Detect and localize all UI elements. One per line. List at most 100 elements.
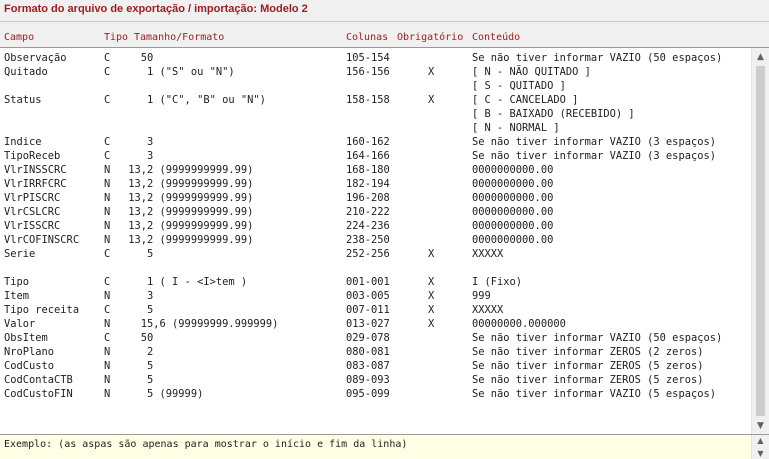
- field-size-format: 50: [122, 52, 154, 64]
- field-columns: 080-081: [346, 346, 390, 358]
- field-type: C: [104, 332, 111, 344]
- table-row: VlrISSCRC N 13,2 (9999999999.99) 224-236 00…: [0, 219, 750, 233]
- table-row: Indice C 3 160-162 Se não tiver informar VA…: [0, 135, 750, 149]
- field-type: C: [104, 150, 111, 162]
- field-name: ObsItem: [4, 332, 48, 344]
- field-type: N: [104, 290, 111, 302]
- field-size-format: 15,6 (99999999.999999): [122, 318, 279, 330]
- field-name: VlrPISCRC: [4, 192, 61, 204]
- table-row: VlrPISCRC N 13,2 (9999999999.99) 196-208 00…: [0, 191, 750, 205]
- field-name: CodCustoFIN: [4, 388, 73, 400]
- field-size-format: 13,2 (9999999999.99): [122, 220, 254, 232]
- field-type: N: [104, 374, 111, 386]
- field-columns: 105-154: [346, 52, 390, 64]
- field-content: 0000000000.00: [472, 178, 554, 190]
- header-colunas: Colunas: [346, 32, 389, 43]
- field-name: Quitado: [4, 66, 48, 78]
- field-content: Se não tiver informar VAZIO (5 espaços): [472, 388, 716, 400]
- field-name: Valor: [4, 318, 36, 330]
- format-rows: Observação C 50 105-154 Se não tiver inform…: [0, 51, 750, 401]
- field-columns: 003-005: [346, 290, 390, 302]
- field-size-format: 13,2 (9999999999.99): [122, 164, 254, 176]
- example-box[interactable]: Exemplo: (as aspas são apenas para mostr…: [0, 435, 769, 459]
- field-content: Se não tiver informar VAZIO (50 espaços): [472, 52, 723, 64]
- field-content: Se não tiver informar ZEROS (5 zeros): [472, 360, 704, 372]
- format-list-panel[interactable]: Observação C 50 105-154 Se não tiver inform…: [0, 47, 769, 435]
- field-columns: 160-162: [346, 136, 390, 148]
- table-row: Status C 1 ("C", "B" ou "N") 158-158 X [ C -…: [0, 93, 750, 107]
- field-name: Indice: [4, 136, 42, 148]
- field-type: N: [104, 360, 111, 372]
- table-row: CodContaCTB N 5 089-093 Se não tiver inform…: [0, 373, 750, 387]
- vertical-scrollbar[interactable]: ▲ ▼: [751, 48, 769, 434]
- field-content: 00000000.000000: [472, 318, 566, 330]
- table-row: [ S - QUITADO ]: [0, 79, 750, 93]
- chevron-down-icon[interactable]: ▼: [752, 448, 769, 459]
- field-size-format: 3: [122, 150, 154, 162]
- field-content: XXXXX: [472, 304, 504, 316]
- field-content: Se não tiver informar VAZIO (50 espaços): [472, 332, 723, 344]
- header-obrigatorio: Obrigatório: [397, 32, 464, 43]
- table-row: ObsItem C 50 029-078 Se não tiver informar …: [0, 331, 750, 345]
- field-content: 0000000000.00: [472, 206, 554, 218]
- field-content: [ N - NÃO QUITADO ]: [472, 66, 591, 78]
- field-columns: 252-256: [346, 248, 390, 260]
- field-columns: 007-011: [346, 304, 390, 316]
- field-content: 0000000000.00: [472, 234, 554, 246]
- field-type: C: [104, 52, 111, 64]
- field-name: VlrCSLCRC: [4, 206, 61, 218]
- field-content: [ B - BAIXADO (RECEBIDO) ]: [472, 108, 635, 120]
- field-columns: 182-194: [346, 178, 390, 190]
- field-name: VlrCOFINSCRC: [4, 234, 80, 246]
- chevron-up-icon[interactable]: ▲: [752, 435, 769, 446]
- field-type: C: [104, 136, 111, 148]
- field-type: N: [104, 192, 111, 204]
- field-name: CodCusto: [4, 360, 55, 372]
- table-row: Valor N 15,6 (99999999.999999) 013-027 X 000…: [0, 317, 750, 331]
- field-type: C: [104, 304, 111, 316]
- chevron-down-icon[interactable]: ▼: [752, 417, 769, 434]
- field-size-format: 1 ( I - <I>tem ): [122, 276, 248, 288]
- title-divider: [0, 21, 769, 22]
- field-type: C: [104, 276, 111, 288]
- field-required: X: [428, 276, 435, 288]
- field-size-format: 13,2 (9999999999.99): [122, 206, 254, 218]
- field-content: 0000000000.00: [472, 164, 554, 176]
- table-row: Tipo C 1 ( I - <I>tem ) 001-001 X I (Fixo): [0, 275, 750, 289]
- field-size-format: 5 (99999): [122, 388, 204, 400]
- field-size-format: 5: [122, 248, 154, 260]
- table-row: TipoReceb C 3 164-166 Se não tiver informar…: [0, 149, 750, 163]
- field-content: 0000000000.00: [472, 192, 554, 204]
- field-columns: 156-156: [346, 66, 390, 78]
- table-row: Tipo receita C 5 007-011 X XXXXX: [0, 303, 750, 317]
- field-required: X: [428, 290, 435, 302]
- table-row: VlrINSSCRC N 13,2 (9999999999.99) 168-180 0…: [0, 163, 750, 177]
- field-columns: 168-180: [346, 164, 390, 176]
- field-name: VlrISSCRC: [4, 220, 61, 232]
- field-type: C: [104, 94, 111, 106]
- field-content: Se não tiver informar ZEROS (5 zeros): [472, 374, 704, 386]
- field-content: 0000000000.00: [472, 220, 554, 232]
- table-row: Serie C 5 252-256 X XXXXX: [0, 247, 750, 261]
- scrollbar-thumb[interactable]: [756, 66, 765, 416]
- title-bar: Formato do arquivo de exportação / impor…: [0, 0, 769, 20]
- field-content: [ S - QUITADO ]: [472, 80, 566, 92]
- chevron-up-icon[interactable]: ▲: [752, 48, 769, 65]
- example-scrollbar[interactable]: ▲ ▼: [751, 435, 769, 459]
- field-size-format: 1 ("C", "B" ou "N"): [122, 94, 266, 106]
- field-required: X: [428, 248, 435, 260]
- field-content: Se não tiver informar ZEROS (2 zeros): [472, 346, 704, 358]
- page-title: Formato do arquivo de exportação / impor…: [4, 3, 308, 15]
- field-size-format: 13,2 (9999999999.99): [122, 178, 254, 190]
- table-row: [ N - NORMAL ]: [0, 121, 750, 135]
- field-name: TipoReceb: [4, 150, 61, 162]
- field-columns: 224-236: [346, 220, 390, 232]
- field-columns: 029-078: [346, 332, 390, 344]
- field-columns: 001-001: [346, 276, 390, 288]
- field-columns: 238-250: [346, 234, 390, 246]
- field-type: N: [104, 318, 111, 330]
- field-name: NroPlano: [4, 346, 55, 358]
- table-row: Quitado C 1 ("S" ou "N") 156-156 X [ N - NÃO…: [0, 65, 750, 79]
- field-name: Status: [4, 94, 42, 106]
- field-content: XXXXX: [472, 248, 504, 260]
